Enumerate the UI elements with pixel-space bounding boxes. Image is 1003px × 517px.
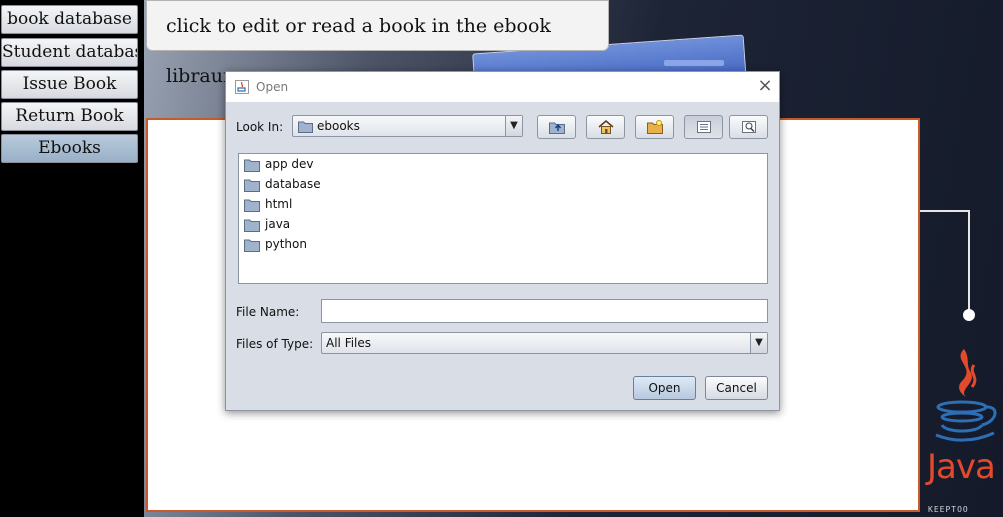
connector-dot [963, 309, 975, 321]
connector-line [920, 210, 970, 212]
folder-icon [244, 199, 260, 212]
folder-name: database [265, 177, 321, 191]
folder-icon [244, 159, 260, 172]
folder-icon [244, 239, 260, 252]
folder-name: html [265, 197, 293, 211]
java-cup-icon [235, 80, 249, 94]
sidebar-nav: book database Student database Issue Boo… [0, 0, 144, 517]
page-header: click to edit or read a book in the eboo… [146, 0, 609, 87]
file-name-input[interactable] [321, 299, 768, 323]
look-in-label: Look In: [236, 120, 284, 134]
background-search-decoration [664, 60, 724, 66]
open-button[interactable]: Open [633, 376, 696, 400]
look-in-select[interactable]: ebooks ▼ [292, 115, 523, 137]
look-in-value: ebooks [317, 119, 360, 133]
up-one-level-icon [549, 122, 565, 134]
folder-name: python [265, 237, 307, 251]
nav-return-book-button[interactable]: Return Book [1, 102, 138, 131]
files-of-type-label: Files of Type: [236, 337, 314, 351]
dialog-title: Open [256, 80, 289, 94]
java-wordmark: Java [927, 447, 996, 487]
home-icon [598, 120, 614, 134]
files-of-type-select[interactable]: All Files ▼ [321, 332, 768, 354]
folder-name: app dev [265, 157, 314, 171]
cancel-button[interactable]: Cancel [705, 376, 768, 400]
chevron-down-icon: ▼ [750, 333, 767, 353]
chevron-down-icon: ▼ [505, 116, 522, 136]
folder-name: java [265, 217, 291, 231]
brand-text: KEEPTOO [928, 505, 969, 514]
details-view-button[interactable] [729, 115, 768, 139]
home-button[interactable] [586, 115, 625, 139]
open-file-dialog: Open × Look In: ebooks ▼ app dev databas… [225, 71, 780, 411]
up-one-level-button[interactable] [537, 115, 576, 139]
dialog-titlebar[interactable]: Open × [226, 72, 779, 102]
nav-student-database-button[interactable]: Student database [1, 38, 138, 67]
connector-line-vertical [968, 210, 970, 314]
new-folder-icon [647, 120, 663, 134]
folder-icon [244, 179, 260, 192]
folder-icon [298, 121, 313, 133]
folder-icon [244, 219, 260, 232]
nav-issue-book-button[interactable]: Issue Book [1, 70, 138, 99]
close-icon[interactable]: × [756, 77, 774, 95]
list-view-icon [697, 121, 711, 133]
new-folder-button[interactable] [635, 115, 674, 139]
nav-ebooks-button[interactable]: Ebooks [1, 134, 138, 163]
file-name-label: File Name: [236, 305, 300, 319]
nav-book-database-button[interactable]: book database [1, 5, 138, 34]
details-view-icon [742, 121, 756, 133]
file-list[interactable]: app dev database html java python [238, 153, 768, 284]
files-of-type-value: All Files [326, 336, 372, 350]
list-view-button[interactable] [684, 115, 723, 139]
